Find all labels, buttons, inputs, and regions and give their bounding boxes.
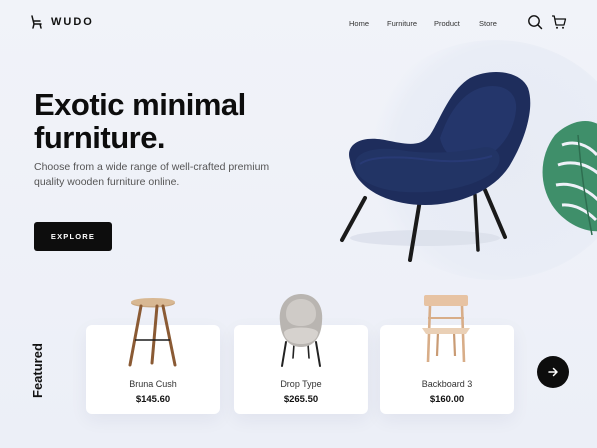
hero-subtitle: Choose from a wide range of well-crafted… xyxy=(34,161,270,188)
hero-title-line-1: Exotic minimal xyxy=(34,87,246,122)
product-name: Drop Type xyxy=(280,379,322,389)
arrow-right-icon xyxy=(548,367,558,377)
product-name: Bruna Cush xyxy=(129,379,177,389)
brand-name: WUDO xyxy=(51,16,94,28)
product-name: Backboard 3 xyxy=(421,379,473,389)
product-price: $145.60 xyxy=(135,394,171,405)
wooden-bar-stool-image xyxy=(128,298,177,367)
nav-home[interactable]: Home xyxy=(349,19,369,28)
brand-logo[interactable]: WUDO xyxy=(30,15,94,29)
nav-furniture[interactable]: Furniture xyxy=(387,19,417,28)
hero-title: Exotic minimal furniture. xyxy=(34,88,294,154)
product-price: $160.00 xyxy=(429,394,465,405)
product-price: $265.50 xyxy=(283,394,319,405)
chair-logo-icon xyxy=(31,15,42,29)
next-products-button[interactable] xyxy=(537,356,569,388)
hero-title-line-2: furniture. xyxy=(34,120,166,155)
grey-armchair-image xyxy=(279,294,323,367)
featured-label: Featured xyxy=(30,343,45,398)
search-icon[interactable] xyxy=(527,14,543,30)
explore-button[interactable]: EXPLORE xyxy=(34,222,112,251)
nav-store[interactable]: Store xyxy=(479,19,497,28)
hero-chair-image xyxy=(340,72,597,262)
wooden-chair-image xyxy=(422,295,470,363)
cart-icon[interactable] xyxy=(551,14,567,30)
nav-product[interactable]: Product xyxy=(434,19,460,28)
landing-page: WUDO Home Furniture Product Store Exotic… xyxy=(0,0,597,448)
